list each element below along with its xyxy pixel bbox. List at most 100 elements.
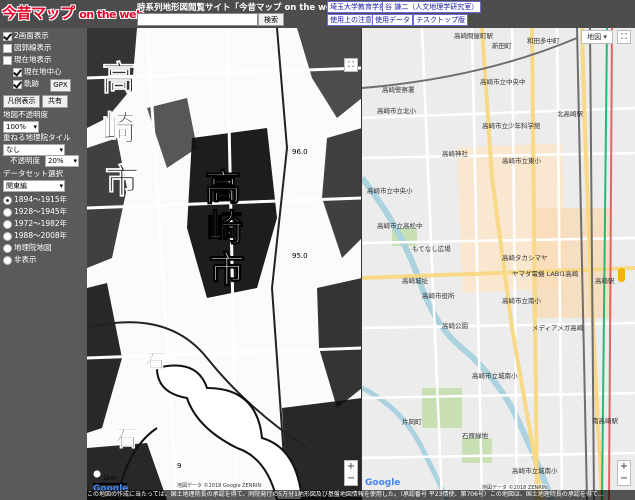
checkbox-icon: [3, 43, 12, 53]
map-label-north-school: 高崎市立北小: [377, 106, 417, 115]
map-label-city-hall: 高崎市役所: [422, 291, 455, 300]
checkbox-dual-view[interactable]: 2画面表示: [3, 31, 49, 41]
old-map-elev-2: 95.0: [292, 252, 308, 260]
old-map-scale-label: 1km: [103, 475, 116, 482]
checkbox-icon: [13, 67, 22, 77]
map-type-select[interactable]: 地図 ▾: [581, 30, 613, 44]
site-logo[interactable]: 今昔マップ on the web: [2, 2, 144, 23]
map-label-media-mega: メディアメガ高崎: [532, 323, 584, 332]
new-map-fullscreen-button[interactable]: ⛶: [617, 30, 631, 44]
map-label-shrine: 高崎神社: [442, 149, 469, 158]
map-label-takasaki-station: 高崎駅: [595, 276, 615, 285]
new-map-canvas: 高崎問屋町駅 新田町 高崎警察署 高崎市立北小 北高崎駅 高崎市立少年科学館 高…: [362, 28, 635, 500]
gpx-button[interactable]: GPX: [50, 79, 71, 92]
old-map-fullscreen-button[interactable]: ⛶: [344, 58, 358, 72]
map-label-central-jhs: 高崎市立中央中: [480, 77, 526, 86]
link-lab[interactable]: 谷 謙二（人文地理学研究室）: [382, 1, 482, 13]
pegman-icon[interactable]: [618, 268, 625, 282]
checkbox-icon: [3, 55, 12, 65]
link-data-used[interactable]: 使用データ: [372, 14, 413, 26]
control-sidebar: 2画面表示 図郭線表示 現在地表示 現在地中心 軌跡 GPX 凡例表示 共有 地…: [0, 28, 87, 500]
map-label-minami-takasaki: 南高崎駅: [592, 416, 619, 425]
map-label-central-school: 高崎市立中央小: [367, 186, 413, 195]
map-label-kataoka: 片岡町: [402, 417, 422, 426]
old-map-label-taka2: 高: [205, 167, 241, 209]
search-button[interactable]: 検索: [258, 13, 284, 26]
map-label-jonan-school: 高崎市立城南小: [472, 371, 518, 380]
radio-icon: [3, 219, 12, 229]
checkbox-center-location[interactable]: 現在地中心: [13, 67, 62, 77]
share-button[interactable]: 共有: [42, 95, 68, 108]
map-label-wadatamachi: 和田多中町: [527, 36, 560, 45]
dataset-select[interactable]: 関東編: [3, 180, 65, 192]
map-label-jonan-school-2: 高崎市立城南小: [512, 466, 558, 475]
checkbox-icon: [3, 31, 12, 41]
map-label-takamatsu-jhs: 高崎市立高松中: [377, 221, 423, 230]
map-label-kitatakasaki: 北高崎駅: [557, 109, 584, 118]
overlay-tile-label: 重ねる地理院タイル: [3, 133, 71, 142]
old-map-label-saki1: 崎: [102, 109, 136, 149]
overlay-opacity-label: 不透明度: [10, 156, 40, 165]
old-map-label-taka1: 高: [102, 59, 136, 99]
opacity-label: 地図不透明度: [3, 110, 48, 119]
current-google-map[interactable]: 高崎問屋町駅 新田町 高崎警察署 高崎市立北小 北高崎駅 高崎市立少年科学館 高…: [362, 28, 635, 500]
map-label-science-museum: 高崎市立少年科学館: [482, 121, 541, 130]
radio-icon: [3, 195, 12, 205]
dataset-label: データセット選択: [3, 169, 63, 178]
old-map-canvas: 高 崎 市 高 崎 市 石 石 96.0 95.0 9 1km: [87, 28, 362, 500]
zoom-in-icon[interactable]: +: [345, 461, 357, 473]
radio-icon: [3, 207, 12, 217]
map-label-south-school: 高崎市立南小: [502, 296, 542, 305]
map-label-takashimaya: 高崎タカシマヤ: [502, 253, 548, 262]
radio-hidden[interactable]: 非表示: [3, 255, 37, 265]
logo-sub-text: on the web: [79, 8, 144, 21]
old-map-label-shi1: 市: [105, 162, 139, 202]
old-map-elev-3: 9: [177, 462, 181, 470]
checkbox-current-location[interactable]: 現在地表示: [3, 55, 52, 65]
map-label-station-tonyamachi: 高崎問屋町駅: [454, 31, 494, 40]
map-label-park: 高崎公園: [442, 321, 468, 330]
map-label-labi: ヤマダ電機 LABI1高崎: [512, 269, 579, 278]
old-map-label-shi2: 市: [209, 249, 245, 291]
new-map-zoom-control[interactable]: + −: [617, 460, 631, 486]
map-label-east-school: 高崎市立東小: [502, 156, 542, 165]
radio-icon: [3, 255, 12, 265]
footer-license-note: この地図の作成に当たっては、国土地理院長の承認を得て、同院発行の5万分1地形図及…: [87, 490, 635, 500]
site-title: 時系列地形図閲覧サイト「今昔マップ on the web」: [137, 3, 347, 13]
new-map-google-logo: Google: [365, 478, 401, 488]
old-map-attribution: 地図データ ©2018 Google ZENRIN: [177, 482, 262, 489]
link-usage-notes[interactable]: 使用上の注意: [327, 14, 375, 26]
search-input[interactable]: [137, 13, 258, 26]
legend-button[interactable]: 凡例表示: [3, 95, 40, 108]
old-map-label-saki2: 崎: [207, 207, 243, 249]
radio-icon: [3, 243, 12, 253]
map-label-police: 高崎警察署: [382, 85, 415, 94]
old-map-elev-1: 96.0: [292, 148, 308, 156]
radio-period-2[interactable]: 1928～1945年: [3, 207, 67, 217]
map-label-castle-ruins: 高崎城址: [402, 276, 429, 285]
radio-icon: [3, 231, 12, 241]
link-desktop-version[interactable]: テスクトップ版: [413, 14, 468, 26]
opacity-select[interactable]: 100%: [3, 121, 39, 133]
zoom-out-icon[interactable]: −: [345, 473, 357, 485]
header-bar: 今昔マップ on the web 時系列地形図閲覧サイト「今昔マップ on th…: [0, 0, 635, 28]
old-map-label-ishi2: 石: [114, 426, 137, 452]
old-map-label-ishi1: 石: [144, 349, 165, 373]
radio-period-4[interactable]: 1988～2008年: [3, 231, 67, 241]
map-label-ishihara: 石原緑地: [462, 431, 489, 440]
zoom-in-icon[interactable]: +: [618, 461, 630, 473]
radio-period-3[interactable]: 1972～1982年: [3, 219, 67, 229]
old-map-zoom-control[interactable]: + −: [344, 460, 358, 486]
overlay-opacity-select[interactable]: 20%: [45, 155, 79, 167]
map-label-nitta: 新田町: [492, 41, 512, 50]
radio-period-1[interactable]: 1894～1915年: [3, 195, 67, 205]
checkbox-icon: [13, 79, 22, 89]
logo-text: 今昔マップ: [2, 4, 75, 22]
link-saitama-univ[interactable]: 埼玉大学教育学部: [327, 1, 389, 13]
checkbox-grid-lines[interactable]: 図郭線表示: [3, 43, 52, 53]
checkbox-track[interactable]: 軌跡: [13, 79, 39, 89]
zoom-out-icon[interactable]: −: [618, 473, 630, 485]
old-topographic-map[interactable]: 高 崎 市 高 崎 市 石 石 96.0 95.0 9 1km ⛶ + − Go…: [87, 28, 362, 500]
radio-gsi-map[interactable]: 地理院地図: [3, 243, 52, 253]
map-label-motenashi: もてなし広場: [412, 244, 451, 253]
